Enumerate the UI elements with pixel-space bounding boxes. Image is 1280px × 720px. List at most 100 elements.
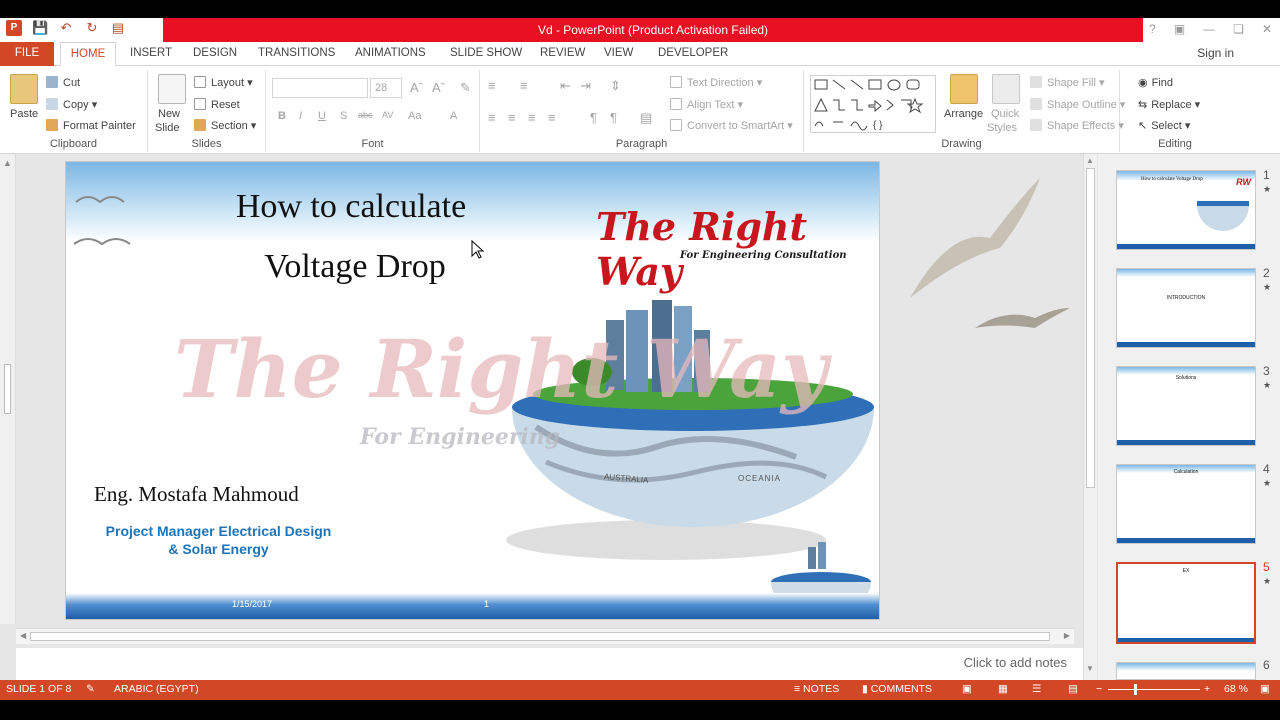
- cut-button[interactable]: Cut: [46, 76, 80, 89]
- tab-developer[interactable]: DEVELOPER: [652, 42, 734, 66]
- reset-button[interactable]: Reset: [194, 98, 240, 111]
- notes-pane[interactable]: Click to add notes: [16, 648, 1083, 680]
- shadow-button[interactable]: S: [340, 110, 347, 122]
- justify-icon[interactable]: ≡: [548, 110, 556, 125]
- minimize-icon[interactable]: —: [1203, 22, 1215, 36]
- tab-design[interactable]: DESIGN: [187, 42, 243, 66]
- grow-font-icon[interactable]: Aˆ: [410, 80, 423, 95]
- clear-formatting-icon[interactable]: ✎: [460, 80, 471, 96]
- tab-slide-show[interactable]: SLIDE SHOW: [444, 42, 528, 66]
- zoom-out-icon[interactable]: −: [1096, 683, 1102, 695]
- new-slide-label-2[interactable]: Slide: [155, 122, 179, 134]
- help-icon[interactable]: ?: [1149, 22, 1156, 36]
- zoom-level[interactable]: 68 %: [1224, 683, 1248, 695]
- shape-fill-button[interactable]: Shape Fill ▾: [1030, 76, 1105, 89]
- font-name-combo[interactable]: [272, 78, 368, 98]
- zoom-slider-track[interactable]: [1108, 689, 1200, 690]
- replace-button[interactable]: ⇆ Replace ▾: [1138, 98, 1200, 111]
- paste-icon[interactable]: [10, 74, 38, 104]
- strikethrough-button[interactable]: abc: [358, 110, 373, 120]
- sign-in-link[interactable]: Sign in: [1197, 46, 1234, 60]
- select-button[interactable]: ↖ Select ▾: [1138, 119, 1190, 132]
- find-button[interactable]: ◉ Find: [1138, 76, 1173, 89]
- thumbnail-slide-5[interactable]: EX: [1116, 562, 1256, 644]
- ribbon-display-icon[interactable]: ▣: [1174, 22, 1185, 36]
- thumbnail-slide-1[interactable]: How to calculate Voltage Drop RW: [1116, 170, 1256, 250]
- hscroll-thumb[interactable]: [30, 632, 1050, 641]
- increase-indent-icon[interactable]: ⇥: [580, 78, 591, 94]
- left-scroll-thumb[interactable]: [4, 364, 11, 414]
- notes-placeholder[interactable]: Click to add notes: [964, 655, 1067, 670]
- layout-button[interactable]: Layout ▾: [194, 76, 253, 89]
- collapsed-left-pane[interactable]: ▲: [0, 154, 16, 624]
- underline-button[interactable]: U: [318, 110, 326, 122]
- zoom-in-icon[interactable]: +: [1204, 683, 1210, 695]
- align-text-button[interactable]: Align Text ▾: [670, 98, 743, 111]
- slide-count-status[interactable]: SLIDE 1 OF 8: [6, 683, 71, 695]
- thumbnail-slide-3[interactable]: Solutions: [1116, 366, 1256, 446]
- arrange-button[interactable]: Arrange: [944, 108, 983, 120]
- convert-smartart-button[interactable]: Convert to SmartArt ▾: [670, 119, 793, 132]
- vertical-scrollbar[interactable]: ▲ ▼: [1083, 154, 1097, 680]
- quick-styles-label-2[interactable]: Styles: [987, 122, 1017, 134]
- tab-file[interactable]: FILE: [0, 42, 54, 66]
- hscroll-left-icon[interactable]: ◀: [20, 631, 26, 640]
- spelling-icon[interactable]: ✎: [86, 683, 95, 695]
- font-color-button[interactable]: A: [450, 110, 457, 122]
- zoom-slider-thumb[interactable]: [1134, 684, 1137, 695]
- align-left-icon[interactable]: ≡: [488, 110, 496, 125]
- normal-view-icon[interactable]: ▣: [962, 683, 972, 695]
- thumbnail-slide-4[interactable]: Calculation: [1116, 464, 1256, 544]
- thumbnail-slide-6[interactable]: [1116, 662, 1256, 680]
- restore-icon[interactable]: ❏: [1233, 22, 1244, 36]
- new-slide-label-1[interactable]: New: [158, 108, 180, 120]
- bold-button[interactable]: B: [278, 110, 286, 122]
- vscroll-up-icon[interactable]: ▲: [1086, 156, 1094, 165]
- italic-button[interactable]: I: [299, 110, 302, 122]
- fit-slide-icon[interactable]: ▣: [1260, 683, 1270, 695]
- tab-transitions[interactable]: TRANSITIONS: [252, 42, 341, 66]
- shape-outline-button[interactable]: Shape Outline ▾: [1030, 98, 1125, 111]
- tab-insert[interactable]: INSERT: [124, 42, 178, 66]
- redo-icon[interactable]: ↻: [84, 20, 100, 36]
- thumbnail-slide-2[interactable]: INTRODUCTION: [1116, 268, 1256, 348]
- hscroll-right-icon[interactable]: ▶: [1064, 631, 1070, 640]
- slide-sorter-icon[interactable]: ▦: [998, 683, 1008, 695]
- numbering-icon[interactable]: ≡: [520, 78, 528, 93]
- undo-icon[interactable]: ↶: [58, 20, 74, 36]
- copy-button[interactable]: Copy ▾: [46, 98, 97, 111]
- align-center-icon[interactable]: ≡: [508, 110, 516, 125]
- start-from-beginning-icon[interactable]: ▤: [110, 20, 126, 36]
- shape-effects-button[interactable]: Shape Effects ▾: [1030, 119, 1124, 132]
- bullets-icon[interactable]: ≡: [488, 78, 496, 93]
- save-icon[interactable]: 💾: [32, 20, 48, 36]
- vscroll-down-icon[interactable]: ▼: [1086, 664, 1094, 673]
- columns-icon[interactable]: ▤: [640, 110, 652, 126]
- shapes-gallery[interactable]: { }: [810, 75, 936, 133]
- font-size-combo[interactable]: 28: [370, 78, 402, 98]
- reading-view-icon[interactable]: ☰: [1032, 683, 1041, 695]
- shrink-font-icon[interactable]: Aˇ: [432, 80, 445, 95]
- tab-animations[interactable]: ANIMATIONS: [349, 42, 432, 66]
- text-direction-ltr-icon[interactable]: ¶: [590, 110, 597, 125]
- close-icon[interactable]: ✕: [1262, 22, 1272, 36]
- comments-button[interactable]: ▮ COMMENTS: [862, 683, 932, 695]
- slide-canvas[interactable]: How to calculate Voltage Drop The Right …: [66, 162, 879, 619]
- arrange-icon[interactable]: [950, 74, 978, 104]
- paste-button[interactable]: Paste: [10, 108, 38, 120]
- decrease-indent-icon[interactable]: ⇤: [560, 78, 571, 94]
- quick-styles-icon[interactable]: [992, 74, 1020, 104]
- tab-home[interactable]: HOME: [60, 42, 116, 67]
- quick-styles-label-1[interactable]: Quick: [991, 108, 1019, 120]
- format-painter-button[interactable]: Format Painter: [46, 119, 136, 132]
- section-button[interactable]: Section ▾: [194, 119, 256, 132]
- change-case-button[interactable]: Aa: [408, 110, 421, 122]
- slide-show-icon[interactable]: ▤: [1068, 683, 1078, 695]
- character-spacing-button[interactable]: AV: [382, 110, 393, 120]
- line-spacing-icon[interactable]: ⇕: [610, 78, 621, 94]
- notes-button[interactable]: ≡ NOTES: [794, 683, 839, 695]
- horizontal-scrollbar[interactable]: ◀ ▶: [16, 628, 1074, 644]
- tab-view[interactable]: VIEW: [598, 42, 639, 66]
- tab-review[interactable]: REVIEW: [534, 42, 591, 66]
- text-direction-rtl-icon[interactable]: ¶: [610, 110, 617, 125]
